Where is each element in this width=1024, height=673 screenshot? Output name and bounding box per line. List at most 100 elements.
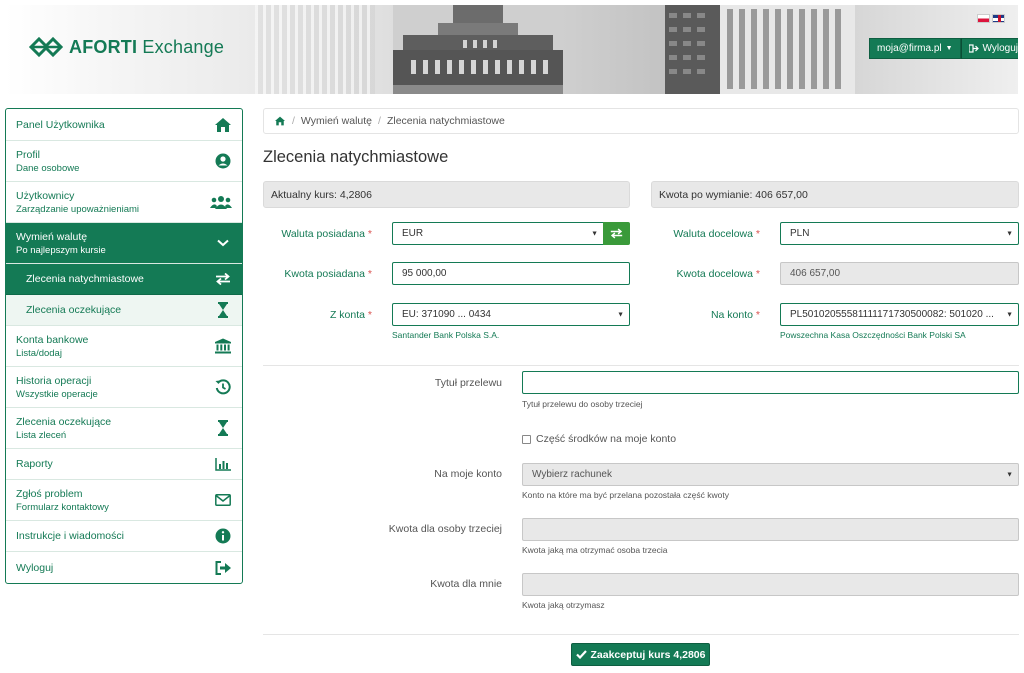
info-icon <box>214 527 232 545</box>
my-amount-help: Kwota jaką otrzymasz <box>522 600 605 610</box>
sign-out-icon <box>214 559 232 577</box>
sidebar-item-instant-orders[interactable]: Zlecenia natychmiastowe <box>6 264 242 295</box>
sign-out-icon <box>968 44 979 53</box>
palace-of-culture-image <box>393 5 563 94</box>
sidebar-item-sublabel: Dane osobowe <box>16 162 80 174</box>
sidebar-item-exchange[interactable]: Wymień walutę Po najlepszym kursie <box>6 223 242 264</box>
sidebar-item-profile[interactable]: Profil Dane osobowe <box>6 141 242 182</box>
target-currency-label: Waluta docelowa * <box>673 228 760 240</box>
sidebar-item-history[interactable]: Historia operacji Wszystkie operacje <box>6 367 242 408</box>
english-flag-icon[interactable] <box>992 14 1005 23</box>
exchange-icon <box>214 270 232 288</box>
sidebar-item-instructions[interactable]: Instrukcje i wiadomości <box>6 521 242 552</box>
target-amount-input: 406 657,00 <box>780 262 1019 285</box>
swap-currencies-button[interactable] <box>603 222 630 245</box>
aforti-logo[interactable]: AFORTI Exchange <box>29 36 224 58</box>
section-divider <box>263 634 1019 635</box>
hourglass-icon <box>214 419 232 437</box>
from-account-bank: Santander Bank Polska S.A. <box>392 330 500 340</box>
own-account-select: Wybierz rachunek ▼ <box>522 463 1019 486</box>
target-amount-label: Kwota docelowa * <box>676 268 760 280</box>
section-divider <box>263 365 1019 366</box>
user-menu: moja@firma.pl ▼ Wyloguj <box>869 38 1018 59</box>
user-dropdown-button[interactable]: moja@firma.pl ▼ <box>869 38 961 59</box>
to-account-select[interactable]: PL50102055581111171730500082: 501020 ...… <box>780 303 1019 326</box>
sidebar-item-sublabel: Po najlepszym kursie <box>16 244 106 256</box>
user-email: moja@firma.pl <box>877 43 942 54</box>
to-account-label: Na konto * <box>710 309 760 321</box>
home-icon <box>214 116 232 134</box>
sidebar-item-label: Zgłoś problem <box>16 487 83 500</box>
target-amount-value: 406 657,00 <box>790 268 841 279</box>
source-amount-value: 95 000,00 <box>402 268 447 279</box>
source-amount-label: Kwota posiadana * <box>284 268 372 280</box>
target-currency-value: PLN <box>790 228 810 239</box>
sidebar-item-label: Panel Użytkownika <box>16 118 105 131</box>
sidebar-item-pending-orders[interactable]: Zlecenia oczekujące Lista zleceń <box>6 408 242 449</box>
source-currency-select[interactable]: EUR ▼ <box>392 222 604 245</box>
sidebar-item-sublabel: Wszystkie operacje <box>16 388 98 400</box>
transfer-title-help: Tytuł przelewu do osoby trzeciej <box>522 399 643 409</box>
source-amount-input[interactable]: 95 000,00 <box>392 262 630 285</box>
exchange-icon <box>610 228 623 239</box>
home-icon[interactable] <box>274 116 286 126</box>
source-currency-value: EUR <box>402 228 424 239</box>
sidebar-item-label: Profil <box>16 148 40 161</box>
caret-down-icon: ▼ <box>1006 230 1013 237</box>
sidebar-item-bank-accounts[interactable]: Konta bankowe Lista/dodaj <box>6 326 242 367</box>
third-party-amount-help: Kwota jaką ma otrzymać osoba trzecia <box>522 545 668 555</box>
sidebar-item-label: Konta bankowe <box>16 333 89 346</box>
amount-after-exchange-info: Kwota po wymianie: 406 657,00 <box>651 181 1019 208</box>
sidebar-item-label: Wyloguj <box>16 561 54 574</box>
from-account-value: EU: 371090 ... 0434 <box>402 309 491 320</box>
my-amount-label: Kwota dla mnie <box>430 578 502 590</box>
sidebar-item-reports[interactable]: Raporty <box>6 449 242 480</box>
target-currency-select[interactable]: PLN ▼ <box>780 222 1019 245</box>
users-icon <box>210 193 232 211</box>
header-banner: AFORTI Exchange moja@firma.pl ▼ Wyloguj <box>5 5 1018 94</box>
own-account-label: Na moje konto <box>434 468 502 480</box>
sidebar: Panel Użytkownika Profil Dane osobowe Uż… <box>5 108 243 584</box>
sidebar-item-sublabel: Formularz kontaktowy <box>16 501 109 513</box>
third-party-amount-input <box>522 518 1019 541</box>
sidebar-item-user-panel[interactable]: Panel Użytkownika <box>6 109 242 141</box>
sidebar-item-label: Raporty <box>16 458 53 470</box>
caret-down-icon: ▼ <box>945 45 953 52</box>
source-currency-label: Waluta posiadana * <box>281 228 372 240</box>
to-account-bank: Powszechna Kasa Oszczędności Bank Polski… <box>780 330 966 340</box>
aforti-logo-icon <box>29 36 63 58</box>
bar-chart-icon <box>214 455 232 473</box>
breadcrumb: / Wymień walutę / Zlecenia natychmiastow… <box>263 108 1019 134</box>
third-party-amount-label: Kwota dla osoby trzeciej <box>388 523 502 535</box>
from-account-select[interactable]: EU: 371090 ... 0434 ▼ <box>392 303 630 326</box>
accept-rate-label: Zaakceptuj kurs 4,2806 <box>590 648 706 661</box>
user-circle-icon <box>214 152 232 170</box>
breadcrumb-item-exchange[interactable]: Wymień walutę <box>301 115 372 127</box>
chevron-down-icon <box>214 234 232 252</box>
transfer-title-label: Tytuł przelewu <box>434 377 502 389</box>
polish-flag-icon[interactable] <box>977 14 990 23</box>
accept-rate-button[interactable]: Zaakceptuj kurs 4,2806 <box>571 643 710 666</box>
sidebar-item-label: Użytkownicy <box>16 189 75 202</box>
current-rate-info: Aktualny kurs: 4,2806 <box>263 181 630 208</box>
sidebar-item-label: Zlecenia oczekujące <box>16 415 112 428</box>
checkbox-box[interactable] <box>522 434 531 444</box>
own-account-checkbox-label: Część środków na moje konto <box>536 433 677 445</box>
logo-text: AFORTI Exchange <box>69 36 225 57</box>
hourglass-icon <box>214 301 232 319</box>
bank-icon <box>214 337 232 355</box>
header-logout-button[interactable]: Wyloguj <box>960 38 1018 59</box>
sidebar-item-report-problem[interactable]: Zgłoś problem Formularz kontaktowy <box>6 480 242 521</box>
caret-down-icon: ▼ <box>591 230 598 237</box>
sidebar-item-users[interactable]: Użytkownicy Zarządzanie upoważnieniami <box>6 182 242 223</box>
caret-down-icon: ▼ <box>617 311 624 318</box>
my-amount-input <box>522 573 1019 596</box>
sidebar-item-pending-orders-sub[interactable]: Zlecenia oczekujące <box>6 295 242 326</box>
sidebar-item-logout[interactable]: Wyloguj <box>6 552 242 583</box>
own-account-checkbox[interactable]: Część środków na moje konto <box>522 433 676 445</box>
sidebar-item-sublabel: Zarządzanie upoważnieniami <box>16 203 140 215</box>
sidebar-item-sublabel: Lista zleceń <box>16 429 67 441</box>
banner-background <box>255 5 375 94</box>
transfer-title-input[interactable] <box>522 371 1019 394</box>
sidebar-item-label: Historia operacji <box>16 374 92 387</box>
